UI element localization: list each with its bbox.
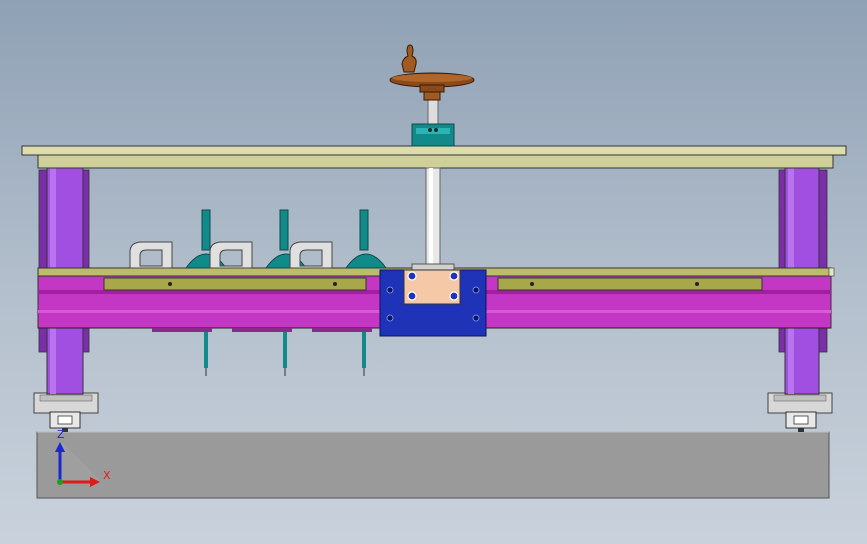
linear-bearing-left[interactable] [33,392,99,432]
axis-x-label: X [103,469,111,482]
base-block[interactable] [36,431,830,499]
axis-origin-icon [57,479,63,485]
carriage-plate[interactable] [379,263,487,337]
table-top-plate[interactable] [21,145,847,169]
axis-z-label: Z [57,428,65,441]
handwheel[interactable] [389,44,475,101]
linear-bearing-right[interactable] [767,392,833,432]
model-canvas[interactable]: Z X [0,0,867,544]
cad-viewport[interactable]: Z X [0,0,867,544]
screw-mount-block[interactable] [411,123,455,147]
